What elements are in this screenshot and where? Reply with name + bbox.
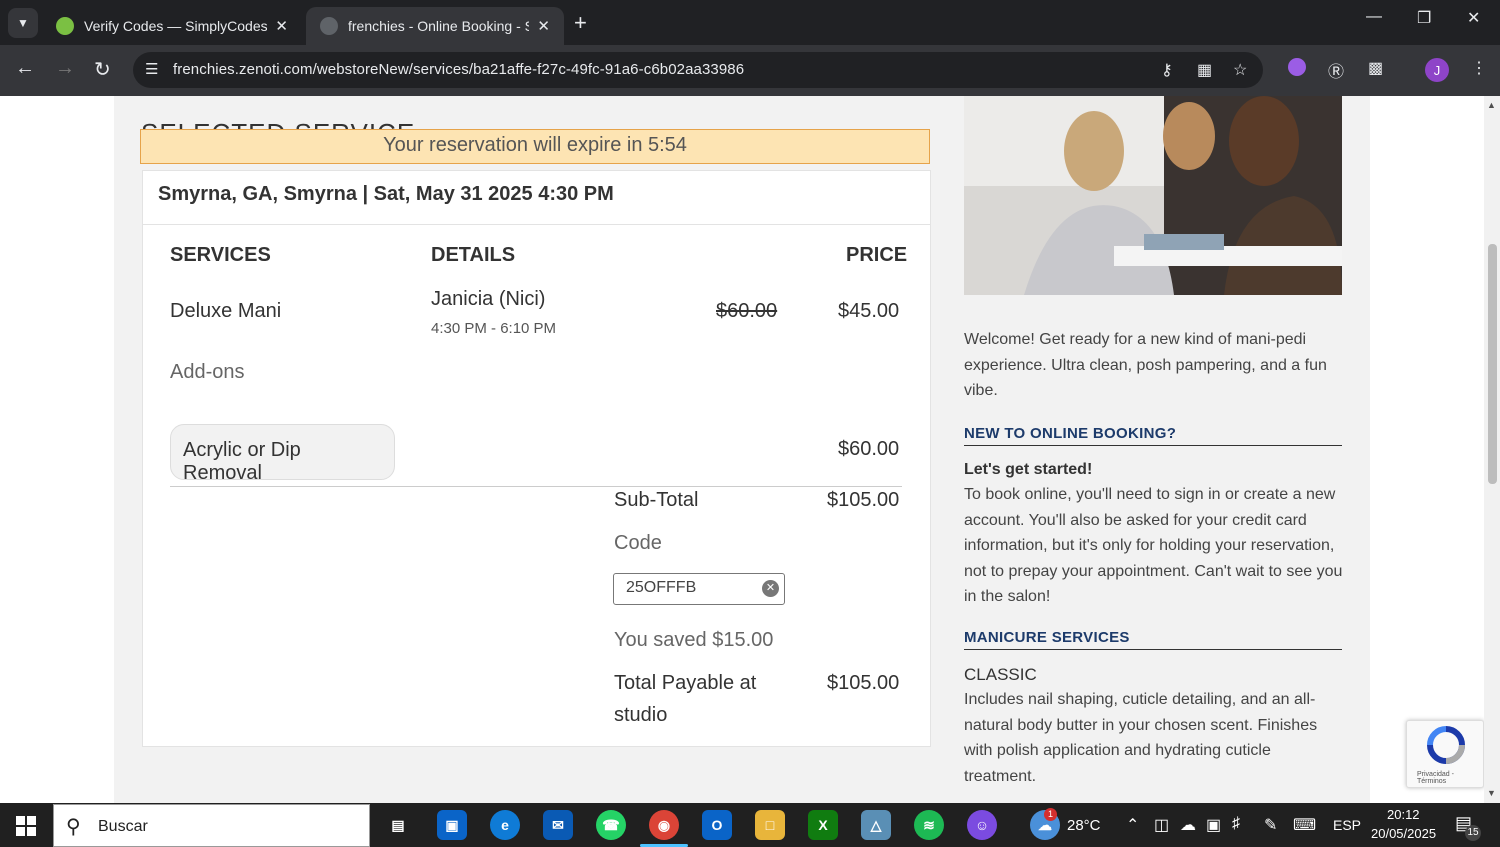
classic-description: Includes nail shaping, cuticle detailing… (964, 691, 1318, 785)
extensions-puzzle-icon[interactable]: ▩ (1368, 58, 1383, 78)
subtotal-value: $105.00 (827, 489, 900, 511)
chevron-down-icon: ▼ (17, 16, 29, 30)
messenger-icon[interactable]: ☺ (967, 810, 997, 840)
promo-code-value: 25OFFFB (626, 579, 697, 596)
total-value: $105.00 (827, 672, 900, 694)
bookmark-star-icon[interactable]: ☆ (1233, 60, 1247, 80)
site-settings-icon[interactable]: ☰ (145, 60, 158, 78)
weather-temperature[interactable]: 28°C (1067, 817, 1101, 834)
simplycodes-favicon-icon (56, 17, 74, 35)
column-header-details: DETAILS (431, 244, 516, 266)
url-text[interactable]: frenchies.zenoti.com/webstoreNew/service… (173, 61, 744, 78)
browser-tab-bar: ▼ Verify Codes — SimplyCodes ✕ frenchies… (0, 0, 1500, 45)
restore-icon[interactable]: ❐ (1417, 8, 1431, 28)
tab-title: frenchies - Online Booking - Se (348, 18, 530, 34)
clock-date[interactable]: 20/05/2025 (1371, 826, 1436, 841)
profile-avatar[interactable]: J (1425, 58, 1449, 82)
service-name: Deluxe Mani (170, 300, 282, 322)
subtotal-label: Sub-Total (614, 489, 699, 511)
addons-label: Add-ons (170, 361, 245, 383)
whatsapp-icon[interactable]: ☎ (596, 810, 626, 840)
browser-toolbar: ← → ↻ ☰ frenchies.zenoti.com/webstoreNew… (0, 45, 1500, 96)
classic-title: CLASSIC (964, 665, 1037, 684)
addon-item[interactable]: Acrylic or Dip Removal (170, 424, 395, 484)
app-icon[interactable]: △ (861, 810, 891, 840)
total-label-line2: studio (614, 704, 668, 726)
recaptcha-badge[interactable]: Privacidad - Términos (1406, 720, 1484, 788)
taskbar-search-box[interactable]: ⚲ Buscar (53, 804, 370, 847)
new-tab-plus-icon[interactable]: + (574, 10, 587, 36)
total-label-line1: Total Payable at (614, 672, 757, 694)
microsoft-store-icon[interactable]: ▣ (437, 810, 467, 840)
keyboard-icon[interactable]: ⌨ (1293, 815, 1316, 835)
spotify-icon[interactable]: ≋ (914, 810, 944, 840)
onedrive-cloud-icon[interactable]: ☁ (1180, 815, 1196, 835)
close-window-icon[interactable]: ✕ (1467, 8, 1480, 28)
clock-time[interactable]: 20:12 (1387, 807, 1420, 822)
divider (170, 486, 902, 487)
reservation-expire-banner: Your reservation will expire in 5:54 (140, 129, 930, 164)
volume-icon[interactable]: ♯ (1232, 815, 1240, 833)
xbox-icon[interactable]: X (808, 810, 838, 840)
address-bar[interactable]: ☰ frenchies.zenoti.com/webstoreNew/servi… (133, 52, 1263, 88)
chevron-up-icon[interactable]: ⌃ (1126, 815, 1139, 835)
search-icon: ⚲ (66, 816, 81, 838)
addon-price: $60.00 (838, 438, 900, 460)
tab-frenchies[interactable]: frenchies - Online Booking - Se ✕ (306, 7, 564, 45)
scrollbar-thumb[interactable] (1488, 244, 1497, 484)
edge-browser-icon[interactable]: e (490, 810, 520, 840)
task-view-icon[interactable]: ▤ (383, 810, 413, 840)
outlook-icon[interactable]: O (702, 810, 732, 840)
tab-search-button[interactable]: ▼ (8, 8, 38, 38)
windows-taskbar: ⚲ Buscar ▤ ▣ e ✉ ☎ ◉ O □ X △ ≋ ☺ ☁ 1 28°… (0, 803, 1500, 847)
extension-w-icon[interactable]: Ⓡ (1328, 58, 1344, 82)
chrome-icon[interactable]: ◉ (649, 810, 679, 840)
file-explorer-icon[interactable]: □ (755, 810, 785, 840)
recaptcha-terms[interactable]: Privacidad - Términos (1417, 771, 1483, 785)
clear-code-icon[interactable]: ✕ (762, 580, 779, 597)
booking-header: Smyrna, GA, Smyrna | Sat, May 31 2025 4:… (143, 171, 930, 225)
menu-dots-icon[interactable]: ⋮ (1471, 58, 1487, 78)
saved-amount: You saved $15.00 (614, 629, 774, 651)
close-tab-icon[interactable]: ✕ (275, 17, 288, 35)
mail-icon[interactable]: ✉ (543, 810, 573, 840)
service-time: 4:30 PM - 6:10 PM (431, 320, 557, 337)
get-started-title: Let's get started! (964, 461, 1093, 478)
service-price: $45.00 (838, 300, 900, 322)
extension-purple-icon[interactable] (1288, 58, 1306, 81)
service-original-price: $60.00 (716, 300, 778, 322)
booking-info-text: To book online, you'll need to sign in o… (964, 486, 1343, 605)
password-key-icon[interactable]: ⚷ (1161, 60, 1173, 80)
code-label: Code (614, 532, 662, 554)
promo-code-input[interactable]: 25OFFFB ✕ (613, 573, 785, 605)
network-icon[interactable]: ▣ (1206, 815, 1221, 835)
manicure-services-heading: MANICURE SERVICES (964, 629, 1342, 650)
new-booking-heading: NEW TO ONLINE BOOKING? (964, 425, 1342, 446)
service-staff: Janicia (Nici) (431, 288, 546, 310)
translate-icon[interactable]: ▦ (1197, 60, 1212, 80)
tray-device-icon[interactable]: ◫ (1154, 815, 1169, 835)
tab-title: Verify Codes — SimplyCodes (84, 18, 268, 34)
column-header-services: SERVICES (170, 244, 271, 266)
salon-photo (964, 96, 1342, 295)
back-arrow-icon[interactable]: ← (15, 57, 35, 80)
reload-icon[interactable]: ↻ (94, 57, 111, 82)
language-indicator[interactable]: ESP (1333, 817, 1361, 833)
notifications-count: 15 (1465, 825, 1481, 841)
scroll-down-arrow-icon[interactable]: ▼ (1487, 788, 1496, 798)
minimize-icon[interactable]: — (1366, 8, 1382, 26)
tab-simplycodes[interactable]: Verify Codes — SimplyCodes ✕ (42, 7, 302, 45)
globe-favicon-icon (320, 17, 338, 35)
column-header-price: PRICE (846, 244, 908, 266)
page-viewport: SELECTED SERVICE Your reservation will e… (0, 96, 1500, 803)
windows-start-icon[interactable] (16, 816, 36, 841)
welcome-text: Welcome! Get ready for a new kind of man… (964, 331, 1327, 399)
recaptcha-icon (1427, 726, 1465, 764)
pen-icon[interactable]: ✎ (1264, 815, 1277, 835)
forward-arrow-icon[interactable]: → (55, 57, 75, 80)
search-placeholder: Buscar (98, 818, 148, 835)
close-tab-icon[interactable]: ✕ (537, 17, 550, 35)
scroll-up-arrow-icon[interactable]: ▲ (1487, 100, 1496, 110)
weather-badge: 1 (1044, 808, 1057, 821)
